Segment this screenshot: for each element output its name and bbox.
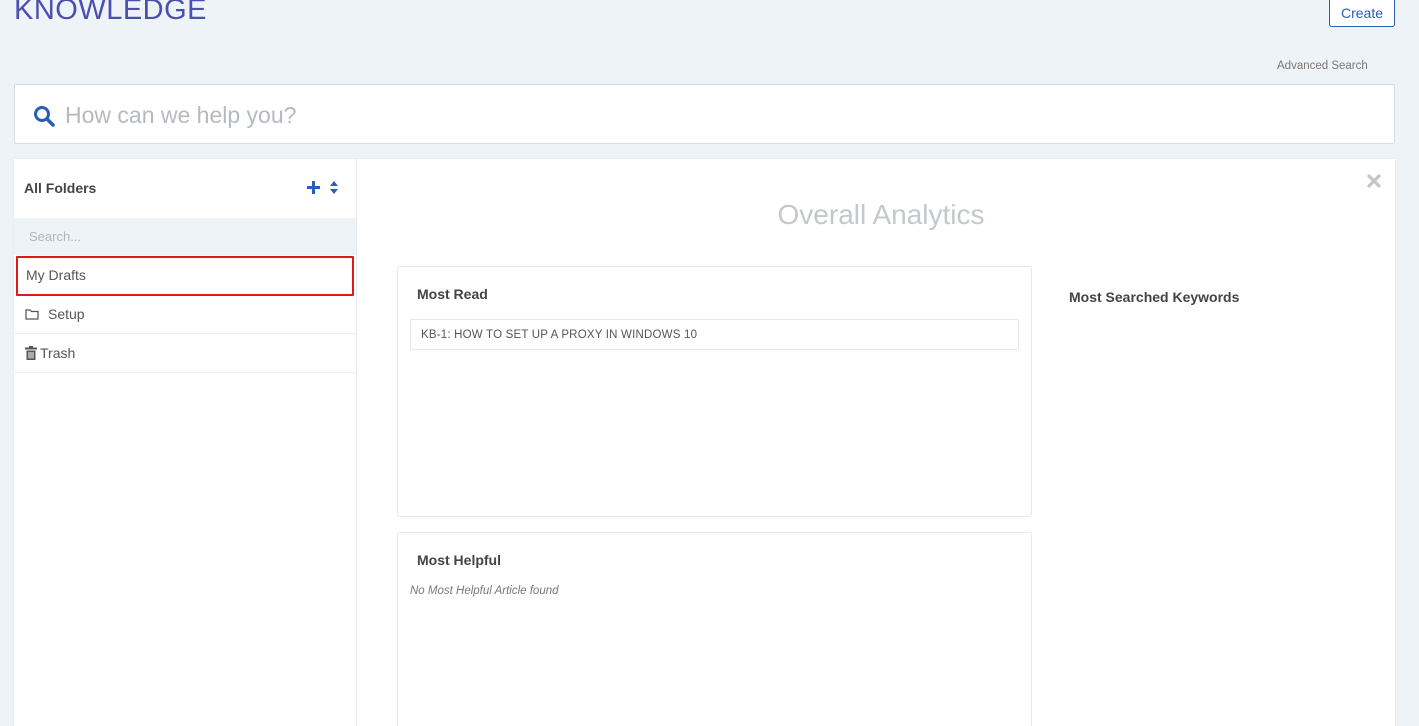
most-helpful-title: Most Helpful	[417, 552, 501, 568]
sidebar-item-label: Trash	[40, 345, 76, 361]
create-button[interactable]: Create	[1329, 0, 1395, 27]
page-title: KNOWLEDGE	[14, 0, 208, 26]
close-icon[interactable]	[1366, 173, 1382, 189]
sidebar-header: All Folders	[14, 159, 356, 218]
trash-icon	[25, 346, 37, 360]
sort-icon[interactable]	[330, 181, 338, 194]
analytics-title: Overall Analytics	[777, 199, 985, 230]
sidebar-item-setup[interactable]: Setup	[14, 295, 356, 334]
folder-icon	[25, 309, 39, 320]
advanced-search-link[interactable]: Advanced Search	[1277, 60, 1368, 72]
sidebar-item-label: Setup	[48, 306, 85, 322]
knowledge-search-input[interactable]	[65, 97, 1365, 133]
most-read-article[interactable]: KB-1: HOW TO SET UP A PROXY IN WINDOWS 1…	[410, 319, 1019, 350]
most-helpful-empty-text: No Most Helpful Article found	[410, 585, 559, 597]
main-panel: All Folders My Drafts Setup	[14, 159, 1395, 726]
search-icon[interactable]	[32, 104, 56, 128]
sidebar-title: All Folders	[24, 180, 97, 196]
knowledge-search-bar	[14, 84, 1395, 144]
sidebar-item-my-drafts[interactable]: My Drafts	[16, 256, 354, 296]
folders-sidebar: All Folders My Drafts Setup	[14, 159, 357, 726]
sidebar-item-label: My Drafts	[26, 267, 86, 283]
sidebar-item-trash[interactable]: Trash	[14, 334, 356, 373]
most-helpful-card: Most Helpful No Most Helpful Article fou…	[397, 532, 1032, 726]
plus-icon[interactable]	[307, 181, 320, 194]
folder-search-input[interactable]	[14, 218, 356, 255]
most-read-title: Most Read	[417, 286, 488, 302]
most-read-card: Most Read KB-1: HOW TO SET UP A PROXY IN…	[397, 266, 1032, 517]
most-searched-keywords-title: Most Searched Keywords	[1069, 289, 1240, 305]
